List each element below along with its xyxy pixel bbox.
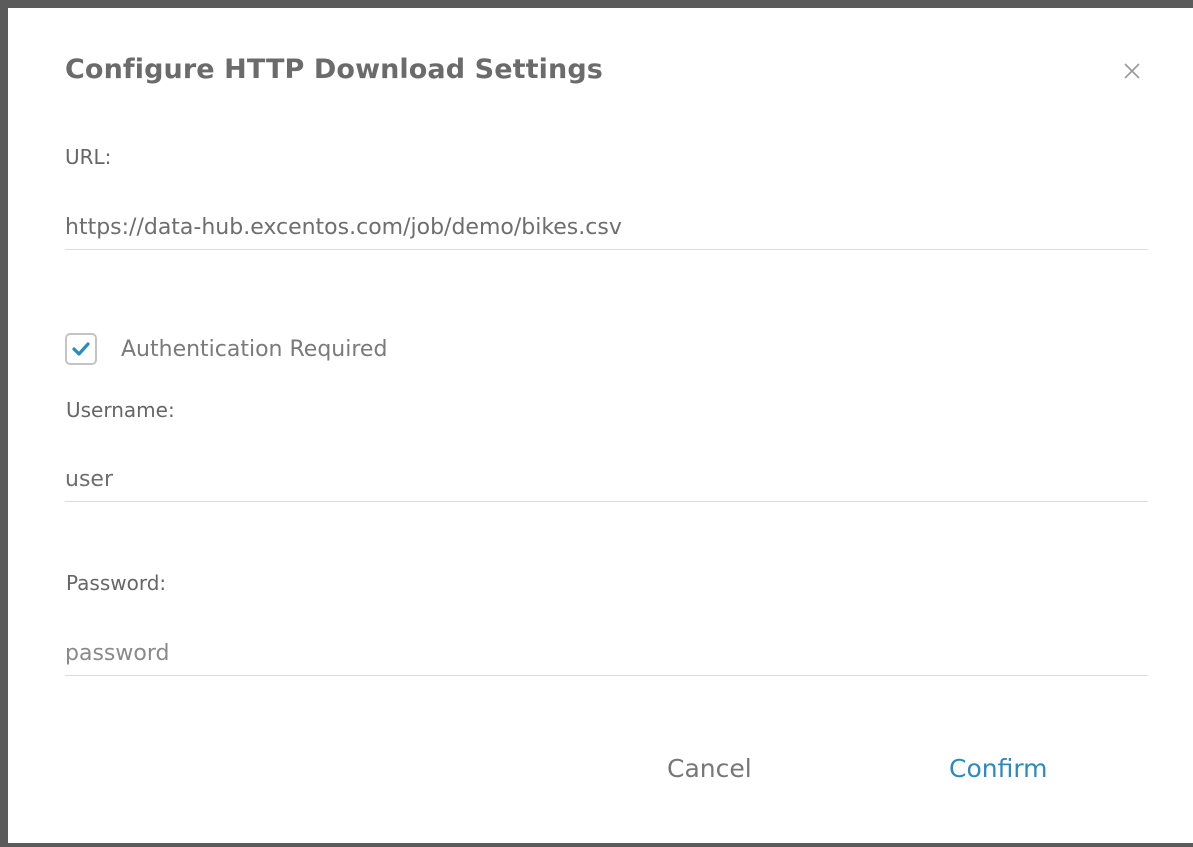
authentication-required-checkbox[interactable]: Authentication Required <box>65 331 387 367</box>
modal-backdrop-top <box>0 0 1193 8</box>
username-input[interactable] <box>65 458 1148 502</box>
url-label: URL: <box>65 145 112 169</box>
checkmark-icon <box>72 342 90 356</box>
username-label: Username: <box>66 398 175 422</box>
checkbox-box[interactable] <box>65 333 97 365</box>
close-button[interactable] <box>1119 58 1145 84</box>
modal-backdrop-bottom <box>0 843 1193 847</box>
dialog-title: Configure HTTP Download Settings <box>65 54 603 85</box>
url-input[interactable] <box>65 206 1148 250</box>
cancel-button[interactable]: Cancel <box>667 754 752 783</box>
confirm-button[interactable]: Confirm <box>949 754 1048 783</box>
close-icon <box>1124 63 1140 79</box>
http-download-settings-dialog: Configure HTTP Download Settings URL: Au… <box>8 8 1193 843</box>
authentication-required-label: Authentication Required <box>121 336 388 362</box>
password-label: Password: <box>66 571 167 595</box>
password-input[interactable] <box>65 632 1148 676</box>
modal-backdrop-left <box>0 0 8 847</box>
